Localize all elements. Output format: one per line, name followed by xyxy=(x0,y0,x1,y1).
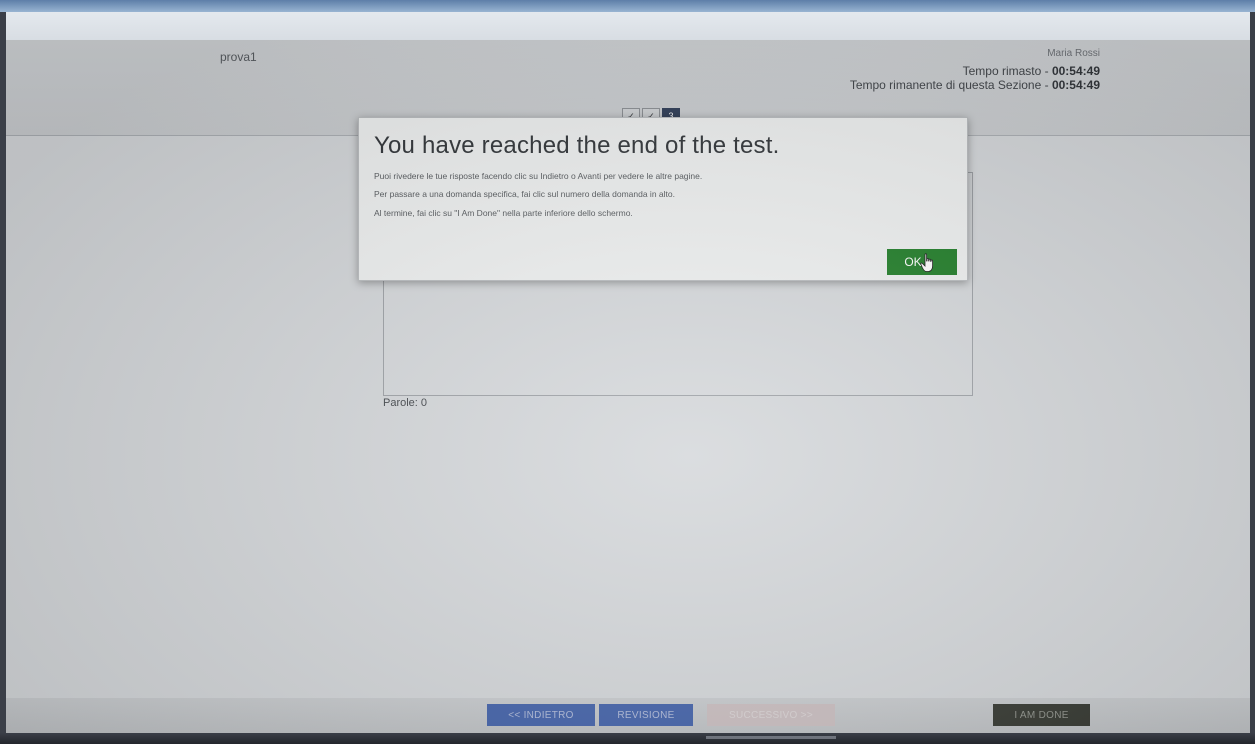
time-remaining-label: Tempo rimasto - xyxy=(962,64,1052,78)
dialog-instruction-3: Al termine, fai clic su "I Am Done" nell… xyxy=(374,208,633,218)
browser-toolbar xyxy=(6,12,1250,40)
word-count: Parole: 0 xyxy=(383,397,428,409)
section-time-label: Tempo rimanente di questa Sezione - xyxy=(849,78,1052,92)
bezel-reflection xyxy=(706,736,836,739)
test-name: prova1 xyxy=(220,50,257,64)
section-time-value: 00:54:49 xyxy=(1051,78,1100,92)
monitor-top-bezel xyxy=(0,0,1255,12)
monitor-bottom-bezel xyxy=(0,733,1255,744)
dialog-instruction-2: Per passare a una domanda specifica, fai… xyxy=(374,189,675,199)
dialog-instruction-1: Puoi rivedere le tue risposte facendo cl… xyxy=(374,171,703,181)
next-button[interactable]: SUCCESSIVO >> xyxy=(707,704,835,726)
dialog-title: You have reached the end of the test. xyxy=(374,132,780,159)
section-time-remaining: Tempo rimanente di questa Sezione - 00:5… xyxy=(850,78,1100,92)
test-screen: prova1 Maria Rossi Tempo rimasto - 00:54… xyxy=(6,40,1250,733)
i-am-done-button[interactable]: I AM DONE xyxy=(993,704,1090,726)
review-button[interactable]: REVISIONE xyxy=(599,704,693,726)
test-footer: << INDIETRO REVISIONE SUCCESSIVO >> I AM… xyxy=(6,698,1250,733)
user-name: Maria Rossi xyxy=(1047,48,1100,59)
back-button[interactable]: << INDIETRO xyxy=(487,704,595,726)
end-of-test-dialog: You have reached the end of the test. Pu… xyxy=(358,117,968,281)
hand-cursor-icon xyxy=(920,253,933,272)
time-remaining-value: 00:54:49 xyxy=(1051,64,1100,78)
time-remaining: Tempo rimasto - 00:54:49 xyxy=(963,64,1100,78)
